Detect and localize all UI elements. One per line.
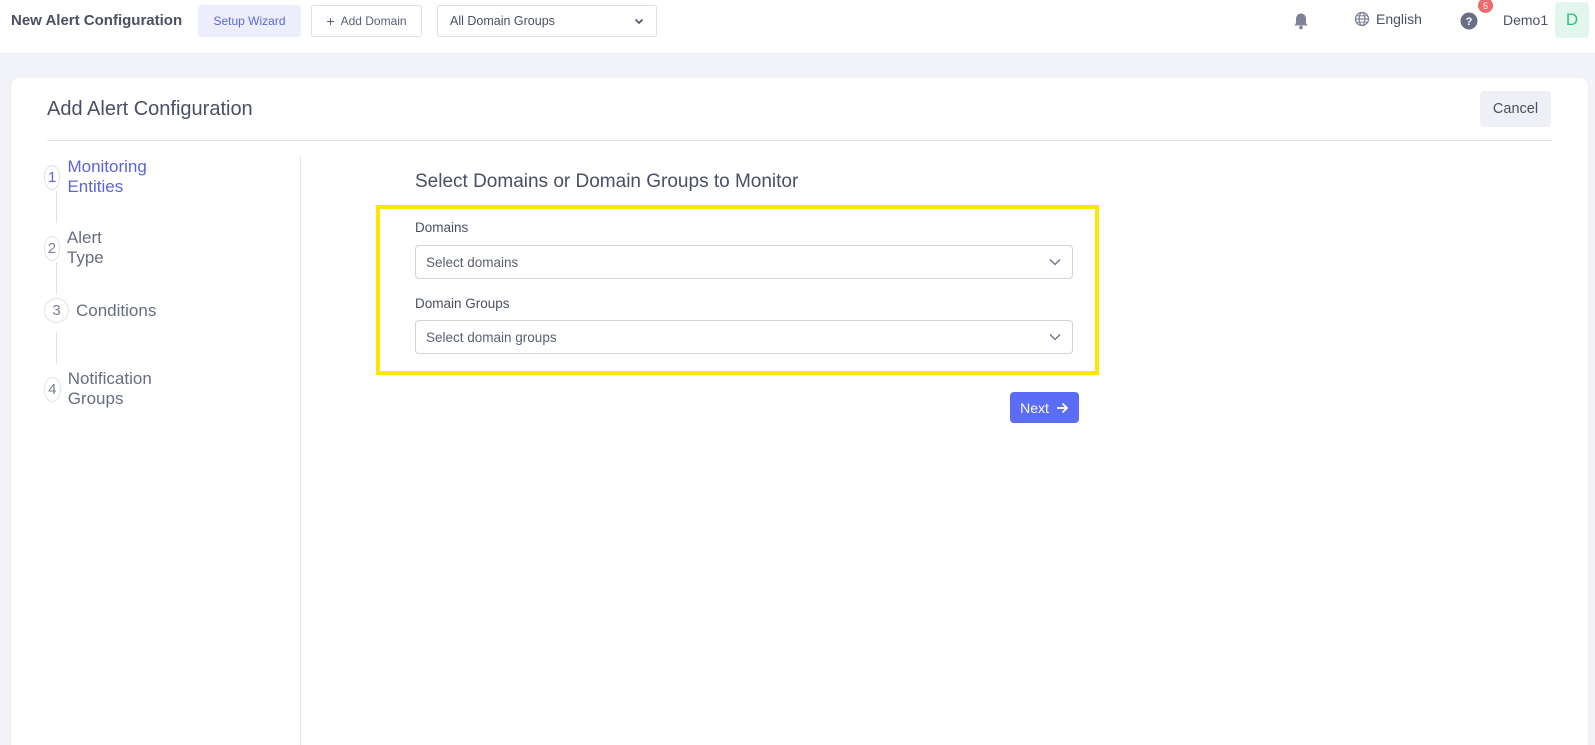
domains-placeholder: Select domains: [426, 254, 519, 270]
page-title: New Alert Configuration: [11, 12, 183, 29]
plus-icon: +: [326, 13, 335, 29]
domains-label: Domains: [415, 220, 469, 235]
next-button[interactable]: Next: [1010, 392, 1079, 423]
notification-badge: 5: [1478, 0, 1493, 13]
domain-groups-select[interactable]: Select domain groups: [415, 320, 1073, 354]
language-selector[interactable]: English: [1354, 11, 1422, 27]
domain-group-select-value: All Domain Groups: [450, 14, 555, 28]
help-icon[interactable]: ?: [1460, 12, 1478, 30]
alert-configuration-card: Add Alert Configuration Cancel 1 Monitor…: [11, 78, 1588, 745]
step-connector: [56, 332, 57, 364]
svg-text:?: ?: [1466, 16, 1473, 28]
step-connector: [56, 262, 57, 294]
step-label: Alert Type: [66, 228, 104, 267]
top-bar: New Alert Configuration Setup Wizard + A…: [0, 0, 1595, 53]
domains-select[interactable]: Select domains: [415, 245, 1073, 279]
avatar[interactable]: D: [1555, 2, 1589, 38]
domain-group-select[interactable]: All Domain Groups: [437, 5, 657, 37]
vertical-divider: [300, 156, 301, 745]
chevron-down-icon: [1049, 259, 1061, 266]
step-connector: [56, 191, 57, 223]
globe-icon: [1354, 11, 1370, 27]
step-label: Monitoring Entities: [67, 157, 147, 196]
domain-groups-label: Domain Groups: [415, 296, 510, 311]
language-label: English: [1376, 11, 1422, 27]
step-conditions[interactable]: 3 Conditions: [44, 298, 156, 323]
user-name[interactable]: Demo1: [1503, 12, 1548, 28]
step-label: Conditions: [76, 300, 157, 320]
step-label: Notification Groups: [67, 369, 152, 408]
add-domain-button[interactable]: + Add Domain: [311, 5, 422, 37]
step-number: 1: [44, 164, 61, 190]
step-number: 2: [44, 235, 60, 261]
step-notification-groups[interactable]: 4 Notification Groups: [44, 369, 160, 409]
step-number: 4: [44, 376, 61, 402]
cancel-button[interactable]: Cancel: [1480, 91, 1551, 127]
setup-wizard-button[interactable]: Setup Wizard: [198, 5, 301, 37]
chevron-down-icon: [634, 18, 644, 25]
bell-icon[interactable]: [1291, 11, 1311, 31]
form-title: Select Domains or Domain Groups to Monit…: [415, 171, 799, 192]
step-alert-type[interactable]: 2 Alert Type: [44, 228, 113, 268]
domain-groups-placeholder: Select domain groups: [426, 329, 557, 345]
step-monitoring-entities[interactable]: 1 Monitoring Entities: [44, 157, 155, 197]
arrow-right-icon: [1056, 402, 1069, 413]
chevron-down-icon: [1049, 334, 1061, 341]
step-number: 3: [44, 298, 69, 323]
next-label: Next: [1020, 399, 1049, 416]
divider: [47, 140, 1552, 141]
add-domain-label: Add Domain: [340, 14, 407, 28]
card-title: Add Alert Configuration: [47, 98, 253, 120]
